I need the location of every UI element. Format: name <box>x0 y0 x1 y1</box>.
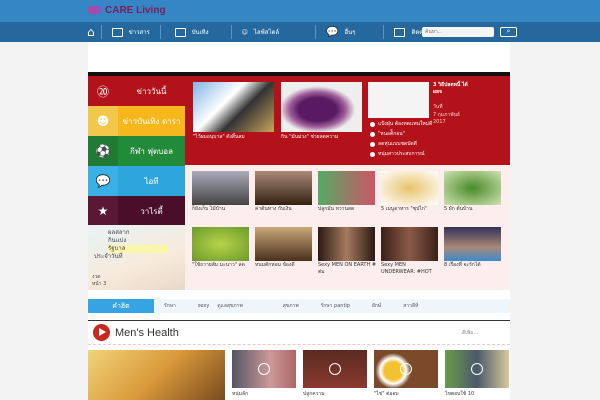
grid-thumb[interactable] <box>192 227 249 261</box>
video-thumb[interactable] <box>445 350 509 388</box>
tag-link[interactable]: sexy <box>198 303 210 309</box>
newspaper-icon <box>111 27 123 37</box>
section-title[interactable]: Men's Health <box>115 327 179 339</box>
side-thumb[interactable] <box>368 82 429 118</box>
hot-tags-bar: คำฮิต รักษา sexy ดูแลสุขภาพ สุขภาพ รักษา… <box>88 299 510 313</box>
video-thumb[interactable] <box>232 350 296 388</box>
tag-link[interactable]: สาวลีห์ <box>403 302 418 310</box>
tag-link[interactable]: รักษา pantip <box>321 302 350 310</box>
video-caption[interactable]: ไขตอบใช้ 10 <box>445 390 474 398</box>
sidebar-item-entertainment[interactable]: ☻ ข่าวบันเทิง ดารา <box>88 106 185 136</box>
video-caption[interactable]: หนุ่มลัก <box>232 390 248 398</box>
section-divider <box>88 320 510 321</box>
grid-thumb[interactable] <box>444 171 501 205</box>
news-grid: ก็ยังเก็บ ไม้บ้าน ค่าต้นทาง กับเงิน ปลูก… <box>185 165 510 290</box>
side-date-label: วันที่ <box>433 104 443 110</box>
nav-item-other[interactable]: 💬 อื่นๆ <box>316 25 385 39</box>
list-item[interactable]: ลดหุ่นแบบชดบัดดี <box>378 141 478 148</box>
nav-item-news[interactable]: ข่าวสาร <box>102 25 161 39</box>
video-thumb[interactable] <box>374 350 438 388</box>
play-circle-icon <box>400 363 412 375</box>
tag-link[interactable]: ยักษ์ <box>372 302 381 310</box>
sidebar-item-today-news[interactable]: ⑳ ข่าววันนี้ <box>88 76 185 106</box>
featured-caption[interactable]: กิน "มันม่วง" ช่วยลดความ <box>281 134 341 141</box>
search-icon: ⌕ <box>506 28 511 35</box>
tag-link[interactable]: รักษา <box>164 302 176 310</box>
grid-thumb[interactable] <box>255 227 312 261</box>
tv-icon <box>174 27 186 37</box>
sidebar-item-variety[interactable]: ★ วาไรตี้ <box>88 196 185 226</box>
list-item[interactable]: หนุ่มสาวประสบการณ์ <box>378 151 478 158</box>
grid-thumb[interactable] <box>318 171 375 205</box>
featured-news: "ไว้ผมอนุบาล" ดังสิ้นลม กิน "มันม่วง" ช่… <box>185 76 510 165</box>
play-circle-icon <box>329 363 341 375</box>
grid-thumb[interactable] <box>192 171 249 205</box>
nav-item-entertainment[interactable]: บันเทิง <box>161 25 232 39</box>
grid-caption[interactable]: Sexy MEN ON EARTH # ต่ม <box>318 262 378 276</box>
soccer-ball-icon: ⚽ <box>88 136 118 166</box>
grid-caption[interactable]: ค่าต้นทาง กับเงิน <box>255 206 315 213</box>
grid-caption[interactable]: Sexy MEN UNDERWEAR: #HOT <box>381 262 441 276</box>
section-header: Men's Health <box>93 324 179 341</box>
lottery-ad-banner[interactable]: ผลสลาก กินแบ่ง รัฐบาล ประจำวันที่ งวด หน้า … <box>88 225 185 290</box>
video-caption[interactable]: "ไข่" ต่ออบ <box>374 390 399 398</box>
grid-caption[interactable]: ก็ยังเก็บ ไม้บ้าน <box>192 206 252 213</box>
hot-tags-label: คำฮิต <box>88 299 154 313</box>
sidebar-item-sports[interactable]: ⚽ กีฬา ฟุตบอล <box>88 136 185 166</box>
logo-mark-icon <box>88 6 102 14</box>
featured-video-thumb[interactable] <box>88 350 225 400</box>
site-logo[interactable]: CARE Living <box>88 5 166 16</box>
tag-link[interactable]: สุขภาพ <box>283 302 299 310</box>
play-circle-icon <box>471 363 483 375</box>
side-title[interactable]: 3 วิธีปลดหนี้ ได้ผลจ <box>433 82 473 96</box>
grid-caption[interactable]: 5 ผัก ต้นบ้าน <box>444 206 504 213</box>
search-button[interactable]: ⌕ <box>500 27 517 37</box>
masks-icon: ☻ <box>88 106 118 136</box>
grid-thumb[interactable] <box>255 171 312 205</box>
featured-caption[interactable]: "ไว้ผมอนุบาล" ดังสิ้นลม <box>193 134 253 141</box>
video-caption[interactable]: ปลูกความ <box>303 390 325 398</box>
lifestyle-icon: ☺ <box>241 28 248 36</box>
grid-thumb[interactable] <box>444 227 501 261</box>
featured-thumb[interactable] <box>193 82 274 132</box>
nav-item-lifestyle[interactable]: ☺ ไลฟ์สไตล์ <box>232 25 317 39</box>
grid-caption[interactable]: "ใช้ถวายส้ม มะนาว" ลด <box>192 262 252 269</box>
featured-thumb[interactable] <box>281 82 362 132</box>
grid-caption[interactable]: ปลูกมัน หวานสด <box>318 206 378 213</box>
video-thumb[interactable] <box>303 350 367 388</box>
play-icon <box>93 324 110 341</box>
list-item[interactable]: แป้งฝุ่น ต้องทดแทนใหม่ดี <box>378 121 478 128</box>
list-item[interactable]: "หนอต้ีกอน" <box>378 131 478 138</box>
sidebar-item-it[interactable]: 💬 ไอที <box>88 166 185 196</box>
stars-icon: ★ <box>88 196 118 226</box>
chat-icon: 💬 <box>326 26 339 38</box>
dashed-divider <box>88 344 510 345</box>
grid-caption[interactable]: 8 เรื่องที่ จะรักได้ <box>444 262 504 269</box>
contact-card-icon <box>394 27 406 37</box>
grid-caption[interactable]: 5 เมนูอาหาร "ซุปไก่" <box>381 206 441 213</box>
grid-thumb[interactable] <box>318 227 375 261</box>
chat-bubbles-icon: 💬 <box>88 166 118 196</box>
tag-link[interactable]: ดูแลสุขภาพ <box>217 302 242 310</box>
grid-thumb[interactable] <box>381 227 438 261</box>
grid-thumb[interactable] <box>381 171 438 205</box>
play-circle-icon <box>258 363 270 375</box>
search-input[interactable] <box>422 27 494 37</box>
category-sidebar: ⑳ ข่าววันนี้ ☻ ข่าวบันเทิง ดารา ⚽ กีฬา ฟุตบ… <box>88 76 185 226</box>
24h-clock-icon: ⑳ <box>96 84 109 99</box>
more-link[interactable]: ดีเพิ่ม... <box>462 329 478 337</box>
home-icon[interactable]: ⌂ <box>87 25 102 39</box>
grid-caption[interactable]: หนมตักหอม ข้องดี <box>255 262 315 269</box>
